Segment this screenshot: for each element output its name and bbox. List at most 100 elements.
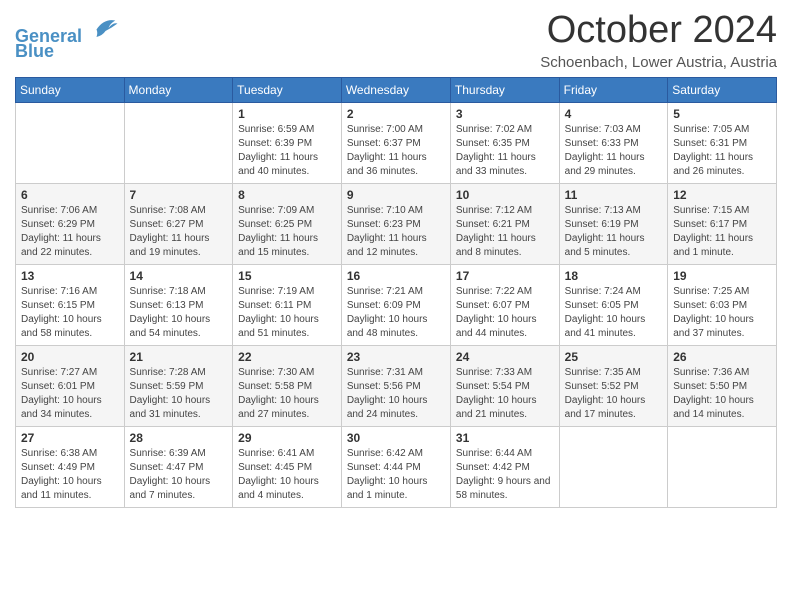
- day-cell: 23 Sunrise: 7:31 AMSunset: 5:56 PMDayligh…: [341, 345, 450, 426]
- day-info: Sunrise: 6:38 AMSunset: 4:49 PMDaylight:…: [21, 447, 119, 503]
- day-cell: [124, 102, 233, 183]
- day-number: 16: [347, 269, 445, 283]
- day-info: Sunrise: 7:27 AMSunset: 6:01 PMDaylight:…: [21, 366, 119, 422]
- day-info: Sunrise: 7:35 AMSunset: 5:52 PMDaylight:…: [565, 366, 663, 422]
- day-number: 19: [673, 269, 771, 283]
- day-info: Sunrise: 7:18 AMSunset: 6:13 PMDaylight:…: [130, 285, 228, 341]
- day-cell: 12 Sunrise: 7:15 AMSunset: 6:17 PMDayligh…: [668, 183, 777, 264]
- day-cell: 2 Sunrise: 7:00 AMSunset: 6:37 PMDaylight…: [341, 102, 450, 183]
- day-number: 31: [456, 431, 554, 445]
- day-number: 8: [238, 188, 336, 202]
- day-number: 1: [238, 107, 336, 121]
- day-info: Sunrise: 6:41 AMSunset: 4:45 PMDaylight:…: [238, 447, 336, 503]
- day-cell: 29 Sunrise: 6:41 AMSunset: 4:45 PMDayligh…: [233, 426, 342, 507]
- day-number: 20: [21, 350, 119, 364]
- day-number: 28: [130, 431, 228, 445]
- day-number: 3: [456, 107, 554, 121]
- calendar-table: SundayMondayTuesdayWednesdayThursdayFrid…: [15, 77, 777, 508]
- week-row-4: 20 Sunrise: 7:27 AMSunset: 6:01 PMDayligh…: [16, 345, 777, 426]
- weekday-header-row: SundayMondayTuesdayWednesdayThursdayFrid…: [16, 77, 777, 102]
- day-number: 12: [673, 188, 771, 202]
- day-cell: 18Sunrise: 7:24 AMSunset: 6:05 PMDayligh…: [559, 264, 668, 345]
- day-cell: 27 Sunrise: 6:38 AMSunset: 4:49 PMDayligh…: [16, 426, 125, 507]
- day-number: 26: [673, 350, 771, 364]
- day-info: Sunrise: 7:21 AMSunset: 6:09 PMDaylight:…: [347, 285, 445, 341]
- day-number: 23: [347, 350, 445, 364]
- day-cell: 11 Sunrise: 7:13 AMSunset: 6:19 PMDayligh…: [559, 183, 668, 264]
- weekday-header-saturday: Saturday: [668, 77, 777, 102]
- day-info: Sunrise: 7:30 AMSunset: 5:58 PMDaylight:…: [238, 366, 336, 422]
- day-cell: 24Sunrise: 7:33 AMSunset: 5:54 PMDayligh…: [450, 345, 559, 426]
- logo-bird-icon: [89, 14, 119, 42]
- weekday-header-tuesday: Tuesday: [233, 77, 342, 102]
- day-number: 4: [565, 107, 663, 121]
- day-info: Sunrise: 7:00 AMSunset: 6:37 PMDaylight:…: [347, 123, 445, 179]
- day-info: Sunrise: 7:15 AMSunset: 6:17 PMDaylight:…: [673, 204, 771, 260]
- day-cell: 5 Sunrise: 7:05 AMSunset: 6:31 PMDaylight…: [668, 102, 777, 183]
- day-number: 30: [347, 431, 445, 445]
- day-number: 29: [238, 431, 336, 445]
- day-number: 7: [130, 188, 228, 202]
- day-cell: 19 Sunrise: 7:25 AMSunset: 6:03 PMDayligh…: [668, 264, 777, 345]
- day-cell: 3Sunrise: 7:02 AMSunset: 6:35 PMDaylight…: [450, 102, 559, 183]
- header: General Blue October 2024 Schoenbach, Lo…: [15, 10, 777, 71]
- day-cell: 21Sunrise: 7:28 AMSunset: 5:59 PMDayligh…: [124, 345, 233, 426]
- day-info: Sunrise: 7:24 AMSunset: 6:05 PMDaylight:…: [565, 285, 663, 341]
- day-info: Sunrise: 7:31 AMSunset: 5:56 PMDaylight:…: [347, 366, 445, 422]
- day-number: 27: [21, 431, 119, 445]
- day-info: Sunrise: 7:36 AMSunset: 5:50 PMDaylight:…: [673, 366, 771, 422]
- location: Schoenbach, Lower Austria, Austria: [540, 54, 777, 71]
- day-number: 14: [130, 269, 228, 283]
- day-cell: 6 Sunrise: 7:06 AMSunset: 6:29 PMDaylight…: [16, 183, 125, 264]
- month-title: October 2024: [540, 10, 777, 52]
- day-info: Sunrise: 7:28 AMSunset: 5:59 PMDaylight:…: [130, 366, 228, 422]
- day-info: Sunrise: 7:08 AMSunset: 6:27 PMDaylight:…: [130, 204, 228, 260]
- title-block: October 2024 Schoenbach, Lower Austria, …: [540, 10, 777, 71]
- day-cell: 10Sunrise: 7:12 AMSunset: 6:21 PMDayligh…: [450, 183, 559, 264]
- day-number: 2: [347, 107, 445, 121]
- day-cell: 17Sunrise: 7:22 AMSunset: 6:07 PMDayligh…: [450, 264, 559, 345]
- day-cell: 16 Sunrise: 7:21 AMSunset: 6:09 PMDayligh…: [341, 264, 450, 345]
- page: General Blue October 2024 Schoenbach, Lo…: [0, 0, 792, 612]
- day-cell: 4 Sunrise: 7:03 AMSunset: 6:33 PMDaylight…: [559, 102, 668, 183]
- day-number: 25: [565, 350, 663, 364]
- day-cell: [668, 426, 777, 507]
- day-cell: [16, 102, 125, 183]
- day-cell: 9Sunrise: 7:10 AMSunset: 6:23 PMDaylight…: [341, 183, 450, 264]
- day-number: 15: [238, 269, 336, 283]
- day-number: 9: [347, 188, 445, 202]
- day-info: Sunrise: 7:03 AMSunset: 6:33 PMDaylight:…: [565, 123, 663, 179]
- weekday-header-friday: Friday: [559, 77, 668, 102]
- day-cell: 31 Sunrise: 6:44 AMSunset: 4:42 PMDayligh…: [450, 426, 559, 507]
- week-row-2: 6 Sunrise: 7:06 AMSunset: 6:29 PMDaylight…: [16, 183, 777, 264]
- day-cell: 15Sunrise: 7:19 AMSunset: 6:11 PMDayligh…: [233, 264, 342, 345]
- weekday-header-sunday: Sunday: [16, 77, 125, 102]
- day-cell: 22Sunrise: 7:30 AMSunset: 5:58 PMDayligh…: [233, 345, 342, 426]
- logo: General Blue: [15, 14, 119, 62]
- day-cell: 13Sunrise: 7:16 AMSunset: 6:15 PMDayligh…: [16, 264, 125, 345]
- weekday-header-monday: Monday: [124, 77, 233, 102]
- day-number: 11: [565, 188, 663, 202]
- day-number: 6: [21, 188, 119, 202]
- day-info: Sunrise: 6:39 AMSunset: 4:47 PMDaylight:…: [130, 447, 228, 503]
- day-info: Sunrise: 6:44 AMSunset: 4:42 PMDaylight:…: [456, 447, 554, 503]
- day-cell: 26 Sunrise: 7:36 AMSunset: 5:50 PMDayligh…: [668, 345, 777, 426]
- day-cell: 14 Sunrise: 7:18 AMSunset: 6:13 PMDayligh…: [124, 264, 233, 345]
- week-row-3: 13Sunrise: 7:16 AMSunset: 6:15 PMDayligh…: [16, 264, 777, 345]
- day-info: Sunrise: 7:33 AMSunset: 5:54 PMDaylight:…: [456, 366, 554, 422]
- week-row-1: 1Sunrise: 6:59 AMSunset: 6:39 PMDaylight…: [16, 102, 777, 183]
- day-info: Sunrise: 7:13 AMSunset: 6:19 PMDaylight:…: [565, 204, 663, 260]
- day-number: 5: [673, 107, 771, 121]
- day-info: Sunrise: 6:42 AMSunset: 4:44 PMDaylight:…: [347, 447, 445, 503]
- day-number: 17: [456, 269, 554, 283]
- day-cell: 8Sunrise: 7:09 AMSunset: 6:25 PMDaylight…: [233, 183, 342, 264]
- week-row-5: 27 Sunrise: 6:38 AMSunset: 4:49 PMDayligh…: [16, 426, 777, 507]
- day-info: Sunrise: 7:25 AMSunset: 6:03 PMDaylight:…: [673, 285, 771, 341]
- day-info: Sunrise: 7:16 AMSunset: 6:15 PMDaylight:…: [21, 285, 119, 341]
- day-number: 10: [456, 188, 554, 202]
- day-cell: 1Sunrise: 6:59 AMSunset: 6:39 PMDaylight…: [233, 102, 342, 183]
- day-cell: 28 Sunrise: 6:39 AMSunset: 4:47 PMDayligh…: [124, 426, 233, 507]
- day-info: Sunrise: 7:05 AMSunset: 6:31 PMDaylight:…: [673, 123, 771, 179]
- day-cell: 25 Sunrise: 7:35 AMSunset: 5:52 PMDayligh…: [559, 345, 668, 426]
- day-info: Sunrise: 7:06 AMSunset: 6:29 PMDaylight:…: [21, 204, 119, 260]
